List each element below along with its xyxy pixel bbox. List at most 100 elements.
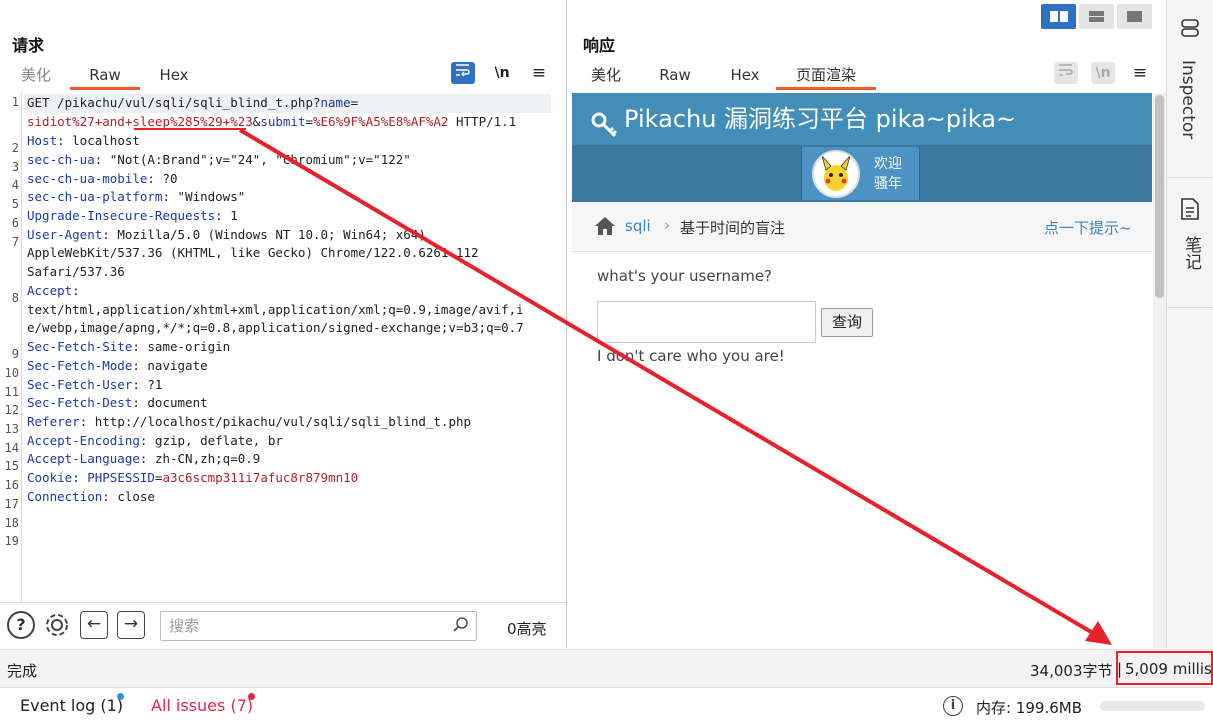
- hint-link[interactable]: 点一下提示~: [1044, 217, 1132, 238]
- bottom-bar: Event log (1) All issues (7) i 内存: 199.6…: [0, 687, 1213, 722]
- pane-divider[interactable]: [566, 0, 567, 648]
- request-menu-icon[interactable]: ≡: [527, 62, 551, 84]
- username-prompt: what's your username?: [597, 267, 773, 285]
- request-tab-hex[interactable]: Hex: [156, 64, 192, 90]
- search-next-icon[interactable]: →: [117, 611, 145, 639]
- event-log-link[interactable]: Event log (1): [20, 696, 123, 715]
- line-number: 4: [11, 178, 19, 192]
- header-line: Sec-Fetch-Dest: document: [27, 395, 208, 410]
- username-input[interactable]: [597, 301, 816, 343]
- header-line: sec-ch-ua: "Not(A:Brand";v="24", "Chromi…: [27, 152, 411, 167]
- line-number: 9: [11, 347, 19, 361]
- rendered-page: Pikachu 漏洞练习平台 pika~pika~ 欢迎 骚年 sqli › 基…: [572, 93, 1152, 648]
- response-tab-pretty[interactable]: 美化: [588, 64, 624, 90]
- search-prev-icon[interactable]: ←: [80, 611, 108, 639]
- header-line-cont: e/webp,image/apng,*/*;q=0.8,application/…: [27, 320, 524, 335]
- breadcrumb-sqli-link[interactable]: sqli: [625, 217, 651, 235]
- newline-toggle-icon[interactable]: \n: [1091, 62, 1115, 84]
- line-number-gutter: 1 2 3 4 5 6 7 8 9 10 11 12 13 14 15 16 1…: [0, 92, 22, 602]
- result-message: I don't care who you are!: [597, 347, 785, 365]
- welcome-box[interactable]: 欢迎 骚年: [801, 147, 920, 200]
- memory-bar: [1100, 701, 1205, 711]
- header-line: sec-ch-ua-mobile: ?0: [27, 171, 178, 186]
- request-tab-raw[interactable]: Raw: [70, 64, 140, 90]
- header-line: User-Agent: Mozilla/5.0 (Windows NT 10.0…: [27, 227, 426, 242]
- response-tab-raw[interactable]: Raw: [657, 64, 693, 90]
- site-nav: 欢迎 骚年: [572, 145, 1152, 202]
- request-tab-pretty[interactable]: 美化: [18, 64, 54, 90]
- status-bar: 完成 34,003字节 | 5,009 millis: [0, 649, 1213, 687]
- response-tab-render[interactable]: 页面渲染: [776, 64, 876, 90]
- inspector-tab[interactable]: Inspector: [1178, 60, 1198, 139]
- header-line: Sec-Fetch-Site: same-origin: [27, 339, 231, 354]
- welcome-line2: 骚年: [874, 176, 902, 192]
- payload-underline: [134, 128, 246, 130]
- sidebar-divider: [1167, 307, 1213, 308]
- response-menu-icon[interactable]: ≡: [1128, 62, 1152, 84]
- header-line: Cookie: PHPSESSID=a3c6scmp311i7afuc8r879…: [27, 470, 359, 485]
- layout-switcher: [1041, 4, 1153, 29]
- breadcrumb: sqli › 基于时间的盲注 点一下提示~: [572, 202, 1152, 252]
- help-icon[interactable]: ?: [7, 611, 35, 639]
- line-number: 13: [4, 422, 19, 436]
- all-issues-link[interactable]: All issues (7): [151, 696, 253, 715]
- line-number: 16: [4, 478, 19, 492]
- line-number: 15: [4, 459, 19, 473]
- render-scrollbar-thumb[interactable]: [1155, 95, 1164, 298]
- home-icon[interactable]: [594, 216, 616, 236]
- notes-icon[interactable]: [1179, 197, 1201, 221]
- wrap-lines-icon[interactable]: [1054, 62, 1078, 84]
- breadcrumb-current: 基于时间的盲注: [680, 219, 786, 237]
- issues-dot-icon: [248, 693, 255, 700]
- site-title: Pikachu 漏洞练习平台 pika~pika~: [624, 105, 1017, 133]
- layout-stacked-icon[interactable]: [1079, 4, 1114, 29]
- request-editor[interactable]: 1 2 3 4 5 6 7 8 9 10 11 12 13 14 15 16 1…: [0, 92, 565, 602]
- response-millis: 5,009 millis: [1125, 660, 1212, 678]
- settings-gear-icon[interactable]: [42, 610, 72, 640]
- wrap-lines-icon[interactable]: [451, 62, 475, 84]
- request-line: GET /pikachu/vul/sqli/sqli_blind_t.php?n…: [27, 95, 359, 110]
- info-icon[interactable]: i: [943, 696, 963, 716]
- header-line: sec-ch-ua-platform: "Windows": [27, 189, 246, 204]
- header-line: Referer: http://localhost/pikachu/vul/sq…: [27, 414, 472, 429]
- line-number: 19: [4, 534, 19, 548]
- header-line: Host: localhost: [27, 133, 140, 148]
- search-input[interactable]: 搜索: [160, 611, 477, 641]
- status-text: 完成: [7, 662, 38, 680]
- request-line-cont: sidiot%27+and+sleep%285%29+%23&submit=%E…: [27, 114, 517, 129]
- line-number: 18: [4, 516, 19, 530]
- line-number: 2: [11, 141, 19, 155]
- notes-tab[interactable]: 笔记: [1179, 236, 1204, 270]
- header-line: Connection: close: [27, 489, 155, 504]
- layout-single-icon[interactable]: [1117, 4, 1152, 29]
- inspector-icon[interactable]: [1178, 16, 1202, 40]
- response-title: 响应: [583, 36, 616, 55]
- injected-payload: sidiot%27+and+sleep%285%29+%23: [27, 114, 253, 129]
- response-tab-hex[interactable]: Hex: [727, 64, 763, 90]
- right-sidebar: Inspector 笔记: [1166, 0, 1213, 648]
- newline-toggle-icon[interactable]: \n: [490, 62, 514, 84]
- line-number: 11: [4, 385, 19, 399]
- site-header: Pikachu 漏洞练习平台 pika~pika~: [572, 93, 1152, 145]
- header-line-cont: text/html,application/xhtml+xml,applicat…: [27, 302, 524, 317]
- line-number: 3: [11, 160, 19, 174]
- header-line: Sec-Fetch-Mode: navigate: [27, 358, 208, 373]
- line-number: 10: [4, 366, 19, 380]
- layout-side-by-side-icon[interactable]: [1041, 4, 1076, 29]
- pikachu-avatar: [812, 150, 860, 198]
- highlight-count: 0高亮: [507, 620, 547, 638]
- line-number: 8: [11, 291, 19, 305]
- memory-usage: 内存: 199.6MB: [976, 699, 1082, 717]
- header-line: Sec-Fetch-User: ?1: [27, 377, 163, 392]
- request-title: 请求: [12, 36, 45, 55]
- header-line-cont: AppleWebKit/537.36 (KHTML, like Gecko) C…: [27, 245, 479, 260]
- sidebar-divider: [1167, 177, 1213, 178]
- query-button[interactable]: 查询: [821, 308, 873, 337]
- header-line: Upgrade-Insecure-Requests: 1: [27, 208, 238, 223]
- line-number: 17: [4, 497, 19, 511]
- search-icon: [452, 616, 470, 634]
- welcome-line1: 欢迎: [874, 156, 902, 172]
- breadcrumb-separator: ›: [664, 216, 670, 234]
- key-icon: [590, 105, 620, 138]
- param-name: name: [320, 95, 351, 110]
